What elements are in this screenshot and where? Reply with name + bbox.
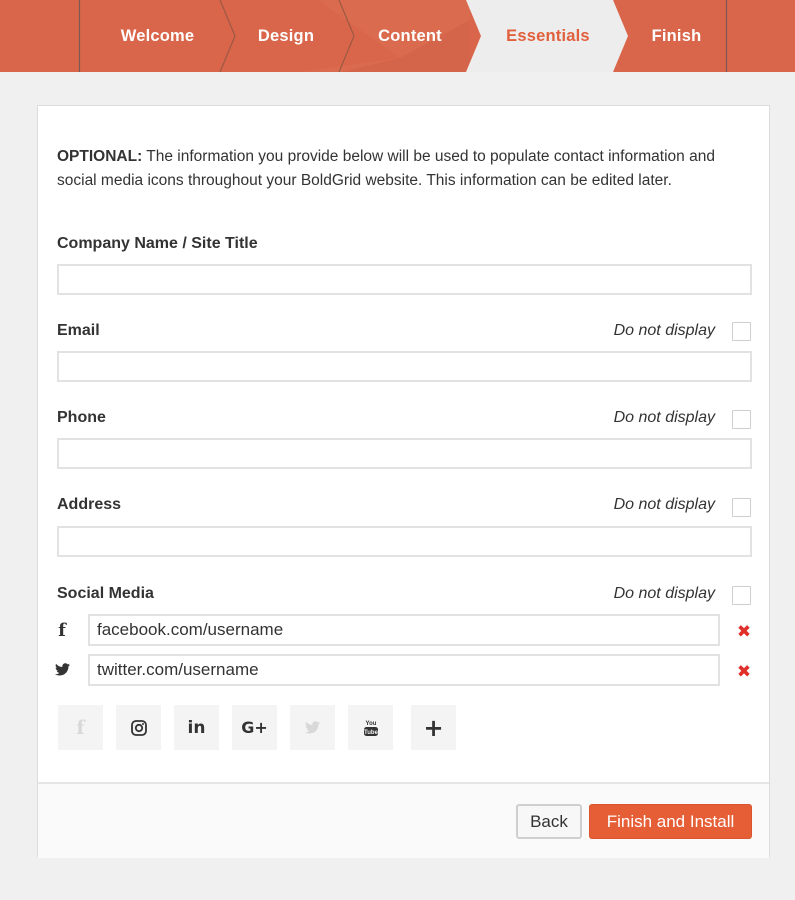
nav-step-essentials[interactable]: Essentials [478, 0, 618, 72]
nav-step-content[interactable]: Content [345, 0, 475, 72]
intro-description: The information you provide below will b… [57, 148, 715, 189]
add-more-social-button[interactable]: + [411, 705, 456, 750]
wizard-step-nav: Welcome Design Content Essentials Finish [0, 0, 795, 72]
facebook-icon: f [58, 620, 66, 641]
google-plus-icon: G+ [241, 718, 268, 737]
email-label: Email [57, 322, 100, 339]
address-input[interactable] [57, 526, 752, 557]
social-media-label: Social Media [57, 585, 154, 602]
add-linkedin-button[interactable]: in [174, 705, 219, 750]
youtube-icon: You Tube [363, 721, 379, 736]
nav-step-finish[interactable]: Finish [615, 0, 738, 72]
remove-facebook-icon[interactable]: ✖ [736, 624, 752, 641]
essentials-form-card: OPTIONAL: The information you provide be… [37, 105, 770, 858]
add-instagram-button[interactable] [116, 705, 161, 750]
intro-optional-label: OPTIONAL: [57, 148, 143, 165]
nav-step-design[interactable]: Design [222, 0, 350, 72]
svg-text:You: You [365, 721, 376, 727]
twitter-icon [305, 721, 320, 734]
company-name-input[interactable] [57, 264, 752, 295]
social-do-not-display-checkbox[interactable] [732, 586, 751, 605]
twitter-url-input[interactable]: twitter.com/username [88, 654, 720, 686]
intro-text: OPTIONAL: The information you provide be… [57, 145, 737, 193]
form-footer: Back Finish and Install [38, 782, 769, 858]
remove-twitter-icon[interactable]: ✖ [736, 664, 752, 681]
facebook-icon: f [76, 716, 85, 739]
add-youtube-button[interactable]: You Tube [348, 705, 393, 750]
social-do-not-display-label: Do not display [613, 585, 715, 602]
plus-icon: + [423, 713, 444, 742]
linkedin-icon: in [187, 717, 206, 738]
phone-do-not-display-checkbox[interactable] [732, 410, 751, 429]
email-do-not-display-checkbox[interactable] [732, 322, 751, 341]
address-label: Address [57, 496, 122, 513]
phone-do-not-display-label: Do not display [613, 409, 715, 426]
address-do-not-display-label: Do not display [613, 496, 715, 513]
back-button[interactable]: Back [516, 804, 582, 839]
company-label: Company Name / Site Title [57, 235, 258, 252]
phone-input[interactable] [57, 438, 752, 469]
phone-label: Phone [57, 409, 106, 426]
svg-text:Tube: Tube [364, 730, 379, 736]
facebook-url-input[interactable]: facebook.com/username [88, 614, 720, 646]
twitter-icon [54, 661, 70, 680]
add-twitter-button[interactable] [290, 705, 335, 750]
finish-and-install-button[interactable]: Finish and Install [589, 804, 752, 839]
instagram-icon [130, 719, 147, 736]
add-google-plus-button[interactable]: G+ [232, 705, 277, 750]
nav-step-welcome[interactable]: Welcome [80, 0, 235, 72]
add-facebook-button[interactable]: f [58, 705, 103, 750]
email-do-not-display-label: Do not display [613, 322, 715, 339]
email-input[interactable] [57, 351, 752, 382]
address-do-not-display-checkbox[interactable] [732, 498, 751, 517]
